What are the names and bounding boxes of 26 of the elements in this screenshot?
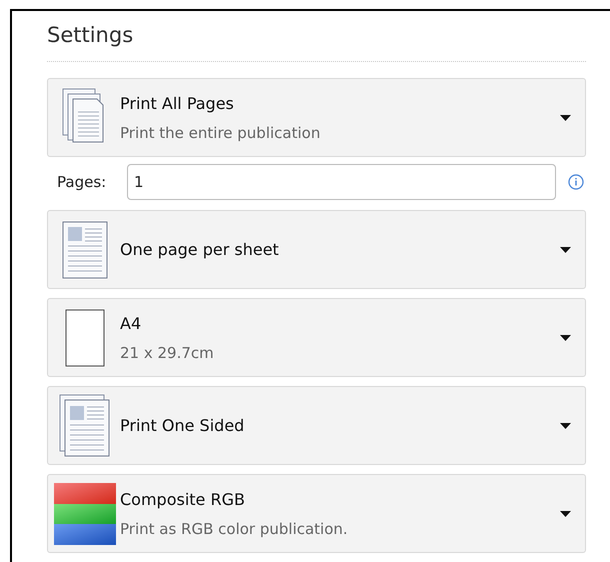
info-icon[interactable] (568, 174, 584, 190)
dropdown[interactable]: One page per sheet (47, 210, 586, 289)
option-label: Print One Sided (120, 414, 244, 436)
dropdown[interactable]: Print All Pages Print the entire publication (47, 78, 586, 157)
rgb-color-icon (54, 482, 116, 544)
option-description: 21 x 29.7cm (120, 342, 214, 364)
two-pages-icon (59, 394, 111, 458)
option-description: Print as RGB color publication. (120, 518, 348, 540)
caret-icon (560, 114, 571, 120)
option-label: One page per sheet (120, 238, 279, 260)
section-title: Settings (47, 22, 134, 49)
pages-label: Pages: (56, 172, 108, 193)
dropdown[interactable]: A4 21 x 29.7cm (47, 298, 586, 377)
option-description: Print the entire publication (120, 122, 320, 144)
caret-icon (560, 510, 571, 516)
dropdown[interactable]: Print One Sided (47, 386, 586, 465)
page-layout-icon (62, 220, 108, 278)
caret-icon (560, 246, 571, 252)
blank-page-icon (65, 308, 105, 366)
caret-icon (560, 422, 571, 428)
caret-icon (560, 334, 571, 340)
pages-field[interactable]: 1 (127, 164, 556, 200)
option-label: A4 (120, 312, 142, 334)
option-label: Composite RGB (120, 488, 245, 510)
option-label: Print All Pages (120, 92, 234, 114)
dropdown[interactable]: Composite RGB Print as RGB color publication. (47, 474, 586, 553)
